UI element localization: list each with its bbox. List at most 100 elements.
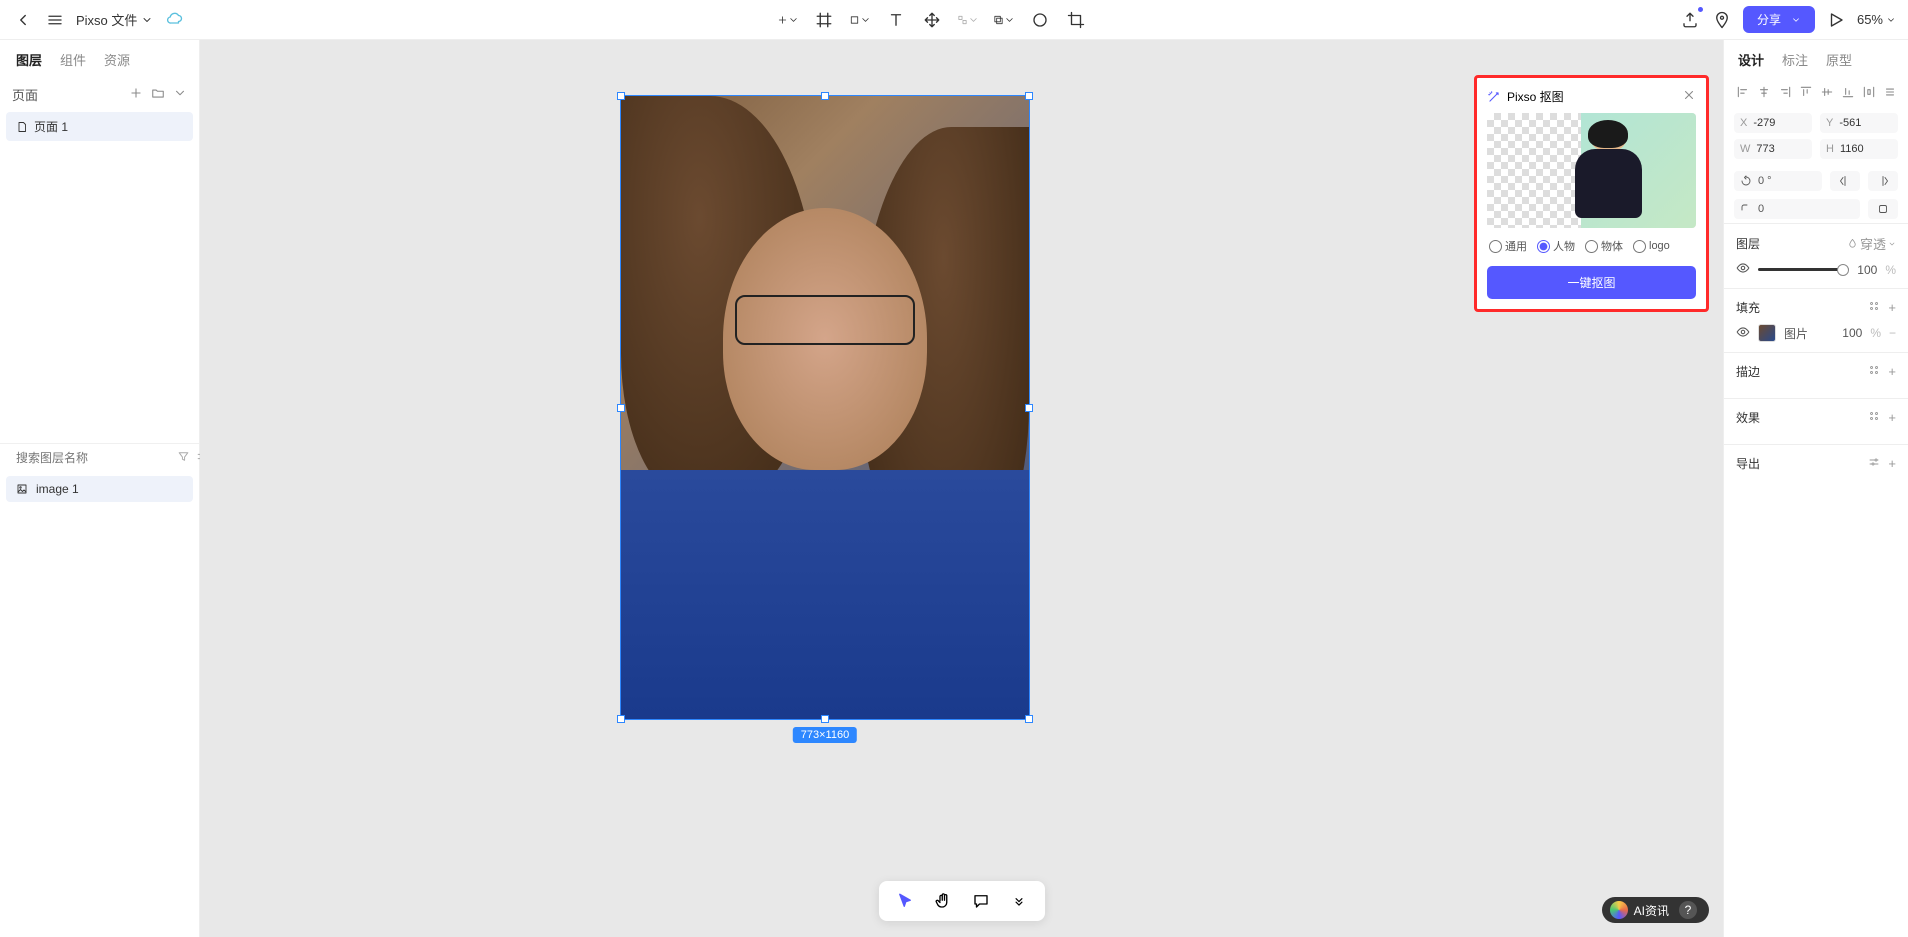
resize-handle-tm[interactable] (821, 92, 829, 100)
resize-handle-tl[interactable] (617, 92, 625, 100)
component-tool[interactable] (957, 9, 979, 31)
help-icon[interactable]: ? (1679, 901, 1697, 919)
drop-icon (1847, 238, 1858, 249)
export-section-title: 导出 (1736, 455, 1760, 472)
pos-x[interactable]: X-279 (1734, 113, 1812, 133)
align-right[interactable] (1776, 83, 1793, 101)
pointer-tool[interactable] (893, 889, 917, 913)
add-tool[interactable] (777, 9, 799, 31)
location-icon[interactable] (1711, 9, 1733, 31)
export-settings-icon[interactable] (1868, 456, 1880, 471)
blend-mode[interactable]: 穿透 (1847, 234, 1896, 253)
align-bottom[interactable] (1839, 83, 1856, 101)
corner-radius[interactable]: 0 (1734, 199, 1860, 219)
boolean-tool[interactable] (993, 9, 1015, 31)
koutu-mode-radios: 通用 人物 物体 logo (1487, 238, 1696, 254)
layer-search-input[interactable] (16, 451, 171, 465)
add-fill[interactable]: + (1888, 300, 1896, 315)
layer-item-image1[interactable]: image 1 (6, 476, 193, 502)
menu-button[interactable] (44, 9, 66, 31)
share-button[interactable]: 分享 (1743, 6, 1815, 33)
align-top[interactable] (1797, 83, 1814, 101)
top-right-group: 分享 65% (1679, 6, 1896, 33)
resize-handle-ml[interactable] (617, 404, 625, 412)
fill-swatch[interactable] (1758, 324, 1776, 342)
resize-handle-bl[interactable] (617, 715, 625, 723)
export-icon[interactable] (1679, 9, 1701, 31)
radio-logo[interactable]: logo (1633, 238, 1670, 254)
move-tool[interactable] (921, 9, 943, 31)
more-tools[interactable] (1007, 889, 1031, 913)
rotation-input[interactable]: 0 ° (1734, 171, 1822, 191)
stroke-styles-icon[interactable] (1868, 364, 1880, 379)
frame-tool[interactable] (813, 9, 835, 31)
tab-prototype[interactable]: 原型 (1826, 50, 1852, 69)
more-align[interactable] (1881, 83, 1898, 101)
koutu-action-button[interactable]: 一键抠图 (1487, 266, 1696, 299)
koutu-header: Pixso 抠图 (1487, 88, 1696, 105)
fill-styles-icon[interactable] (1868, 300, 1880, 315)
resize-handle-tr[interactable] (1025, 92, 1033, 100)
add-page-button[interactable] (129, 86, 143, 103)
back-button[interactable] (12, 9, 34, 31)
tab-assets[interactable]: 资源 (104, 50, 130, 69)
opacity-slider[interactable] (1758, 268, 1849, 271)
visibility-toggle[interactable] (1736, 261, 1750, 278)
hand-tool[interactable] (931, 889, 955, 913)
circle-tool[interactable] (1029, 9, 1051, 31)
remove-fill[interactable]: − (1889, 326, 1896, 340)
fill-visibility[interactable] (1736, 325, 1750, 342)
tab-layers[interactable]: 图层 (16, 50, 42, 69)
add-effect[interactable]: + (1888, 410, 1896, 425)
radio-object[interactable]: 物体 (1585, 238, 1623, 254)
independent-corners[interactable] (1868, 199, 1898, 219)
add-export[interactable]: + (1888, 456, 1896, 471)
flip-v[interactable] (1868, 171, 1898, 191)
effect-styles-icon[interactable] (1868, 410, 1880, 425)
tab-design[interactable]: 设计 (1738, 50, 1764, 69)
distribute-h[interactable] (1860, 83, 1877, 101)
pos-y[interactable]: Y-561 (1820, 113, 1898, 133)
opacity-value[interactable]: 100 (1857, 263, 1877, 277)
text-tool[interactable] (885, 9, 907, 31)
fill-type[interactable]: 图片 (1784, 325, 1808, 342)
zoom-control[interactable]: 65% (1857, 12, 1896, 27)
resize-handle-bm[interactable] (821, 715, 829, 723)
export-section: 导出 + (1724, 444, 1908, 490)
shape-tool[interactable] (849, 9, 871, 31)
radio-person[interactable]: 人物 (1537, 238, 1575, 254)
right-panel: 设计 标注 原型 X-279 Y-561 W773 H1160 0 ° 0 (1723, 40, 1908, 937)
image-icon (16, 483, 28, 495)
add-stroke[interactable]: + (1888, 364, 1896, 379)
fill-row: 图片 100 % − (1736, 324, 1896, 342)
effect-section-title: 效果 (1736, 409, 1760, 426)
page-item-1[interactable]: 页面 1 (6, 112, 193, 141)
tab-components[interactable]: 组件 (60, 50, 86, 69)
page-folder-icon[interactable] (151, 86, 165, 103)
comment-tool[interactable] (969, 889, 993, 913)
align-vcenter[interactable] (1818, 83, 1835, 101)
canvas[interactable]: 773×1160 Pixso 抠图 通用 人物 物体 logo 一键抠图 (200, 40, 1723, 937)
filter-icon[interactable] (177, 450, 190, 466)
flip-h[interactable] (1830, 171, 1860, 191)
size-w[interactable]: W773 (1734, 139, 1812, 159)
tab-annotate[interactable]: 标注 (1782, 50, 1808, 69)
fill-opacity[interactable]: 100 (1842, 326, 1862, 340)
koutu-close-button[interactable] (1682, 88, 1696, 105)
fill-section: 填充 + 图片 100 % − (1724, 288, 1908, 352)
collapse-pages-button[interactable] (173, 86, 187, 103)
bottom-toolbar (879, 881, 1045, 921)
page-name: 页面 1 (34, 118, 68, 135)
resize-handle-br[interactable] (1025, 715, 1033, 723)
align-hcenter[interactable] (1755, 83, 1772, 101)
cloud-sync-icon[interactable] (163, 9, 185, 31)
radio-general[interactable]: 通用 (1489, 238, 1527, 254)
resize-handle-mr[interactable] (1025, 404, 1033, 412)
file-name[interactable]: Pixso 文件 (76, 10, 153, 29)
size-h[interactable]: H1160 (1820, 139, 1898, 159)
crop-tool[interactable] (1065, 9, 1087, 31)
koutu-title: Pixso 抠图 (1507, 88, 1564, 105)
align-left[interactable] (1734, 83, 1751, 101)
play-button[interactable] (1825, 9, 1847, 31)
selection-frame[interactable]: 773×1160 (620, 95, 1030, 720)
